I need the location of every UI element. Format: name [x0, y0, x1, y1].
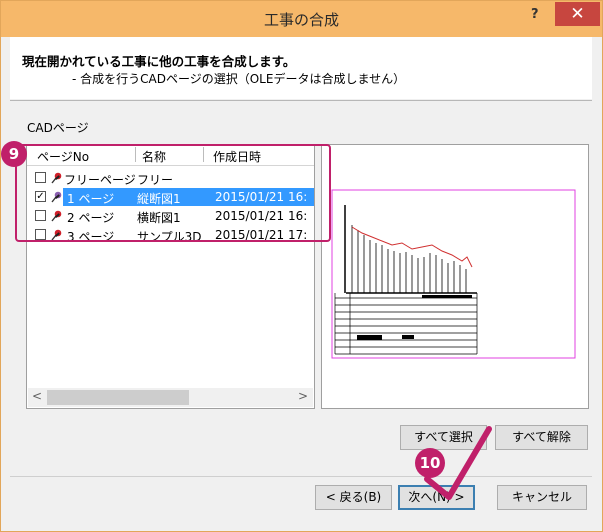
clear-all-button[interactable]: すべて解除	[495, 425, 588, 450]
checkmark-annotation-icon	[424, 426, 492, 500]
header-divider	[10, 100, 592, 101]
annotation-highlight-box	[15, 144, 331, 242]
footer-divider	[10, 476, 592, 477]
back-button[interactable]: < 戻る(B)	[315, 485, 392, 510]
cancel-button[interactable]: キャンセル	[497, 485, 587, 510]
horizontal-scrollbar[interactable]: < >	[28, 388, 313, 407]
annotation-badge-9: 9	[1, 141, 27, 167]
window-title: 工事の合成	[263, 11, 339, 29]
header-title: 現在開かれている工事に他の工事を合成します。	[22, 54, 296, 69]
dialog-window: 工事の合成 ? ✕ 現在開かれている工事に他の工事を合成します。 - 合成を行う…	[0, 0, 603, 532]
close-button[interactable]: ✕	[555, 2, 600, 26]
wizard-header: 現在開かれている工事に他の工事を合成します。 - 合成を行うCADページの選択（…	[10, 37, 592, 99]
page-preview	[321, 144, 589, 409]
cad-page-label: CADページ	[27, 121, 89, 135]
scroll-left-button[interactable]: <	[32, 389, 42, 403]
scroll-thumb[interactable]	[47, 390, 189, 405]
drawing-thumbnail	[331, 189, 576, 359]
scroll-right-button[interactable]: >	[298, 389, 308, 403]
title-bar[interactable]: 工事の合成 ? ✕	[1, 1, 602, 37]
header-subtitle: - 合成を行うCADページの選択（OLEデータは合成しません）	[72, 72, 406, 86]
help-button[interactable]: ?	[531, 7, 539, 22]
